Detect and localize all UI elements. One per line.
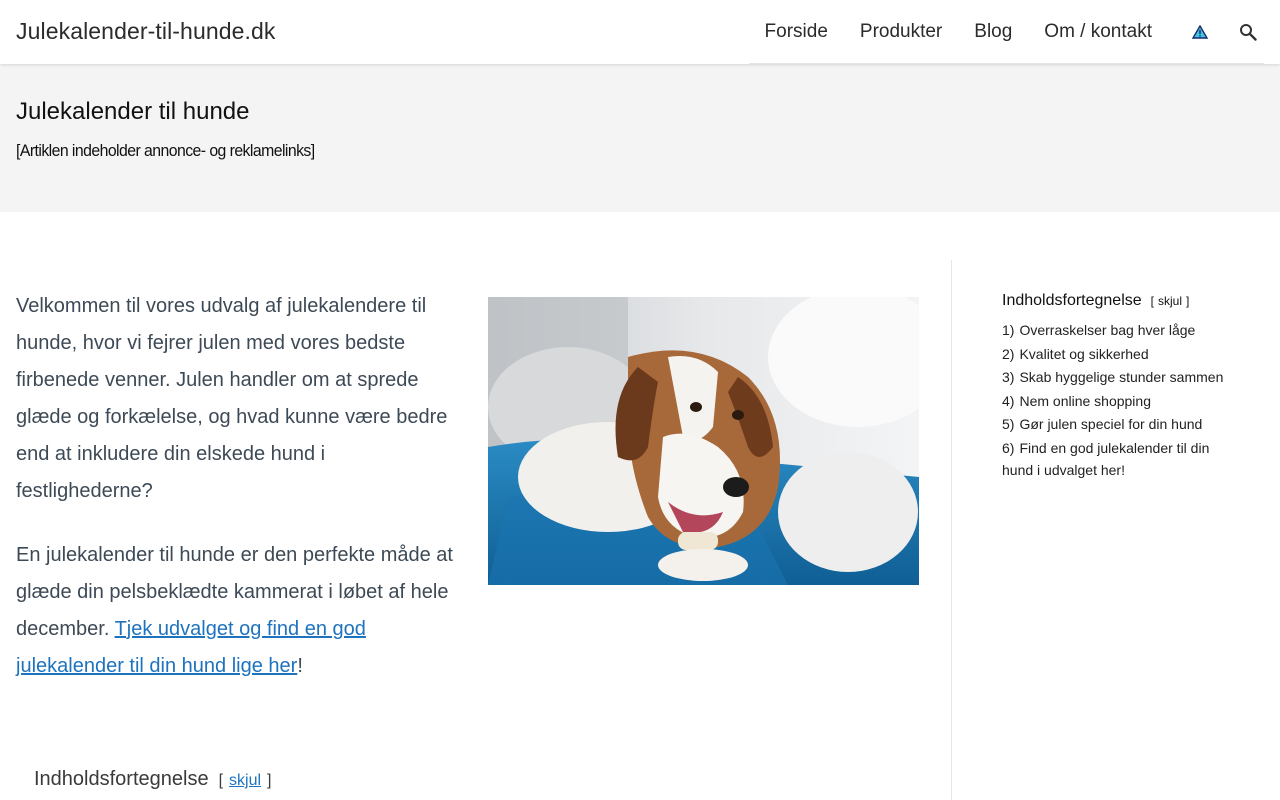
toc-item[interactable]: 3) Skab hyggelige stunder sammen <box>1002 366 1242 388</box>
site-header: Julekalender-til-hunde.dk Forside Produk… <box>0 0 1280 64</box>
toc-item[interactable]: 5) Gør julen speciel for din hund <box>1002 413 1242 435</box>
sidebar-divider <box>951 260 952 800</box>
toc-item-number: 4) <box>1002 392 1015 409</box>
toc-item-number: 3) <box>1002 369 1015 385</box>
warning-triangle-icon[interactable] <box>1184 16 1216 48</box>
toc-toggle: [skjul] <box>1150 294 1190 308</box>
toc-header: Indholdsfortegnelse [skjul] <box>1002 292 1242 310</box>
toc-item-label[interactable]: Find en god julekalender til din hund i … <box>1002 440 1209 478</box>
inline-toc-title: Indholdsfortegnelse <box>34 768 209 790</box>
nav-item-om-kontakt[interactable]: Om / kontakt <box>1044 21 1152 43</box>
ad-disclaimer: [Artiklen indeholder annonce- og reklame… <box>16 141 315 160</box>
site-title-link[interactable]: Julekalender-til-hunde.dk <box>16 18 276 45</box>
second-paragraph: En julekalender til hunde er den perfekt… <box>16 537 456 685</box>
toc-list: 1) Overraskelser bag hver låge 2) Kvalitet… <box>1002 319 1242 481</box>
nav-item-produkter[interactable]: Produkter <box>860 21 942 43</box>
dog-image <box>488 297 919 585</box>
search-icon[interactable] <box>1232 16 1264 48</box>
main-nav: Forside Produkter Blog Om / kontakt <box>748 0 1264 64</box>
toc-item-label[interactable]: Gør julen speciel for din hund <box>1019 416 1202 432</box>
page-hero: Julekalender til hunde [Artiklen indehol… <box>0 64 1280 212</box>
toc-item-label[interactable]: Skab hyggelige stunder sammen <box>1019 369 1223 385</box>
nav-item-blog[interactable]: Blog <box>974 21 1012 43</box>
toc-item-number: 1) <box>1002 322 1015 338</box>
toc-item[interactable]: 1) Overraskelser bag hver låge <box>1002 319 1242 341</box>
toc-item-number: 2) <box>1002 345 1015 362</box>
toc-item[interactable]: 4) Nem online shopping <box>1002 390 1242 412</box>
toc-item-label[interactable]: Overraskelser bag hver låge <box>1019 322 1195 338</box>
toc-item-label[interactable]: Kvalitet og sikkerhed <box>1019 346 1148 362</box>
inline-toc-hide-link[interactable]: skjul <box>229 772 261 789</box>
inline-toc-toggle: [skjul] <box>218 772 272 789</box>
page-title: Julekalender til hunde <box>16 98 250 125</box>
toc-item-label[interactable]: Nem online shopping <box>1019 393 1151 409</box>
second-paragraph-end: ! <box>297 655 303 677</box>
article-body: Velkommen til vores udvalg af julekalend… <box>16 288 456 685</box>
toc-item[interactable]: 6) Find en god julekalender til din hund … <box>1002 437 1242 481</box>
nav-item-forside[interactable]: Forside <box>765 21 828 43</box>
inline-toc-header: Indholdsfortegnelse [skjul] <box>34 768 272 791</box>
toc-item-number: 6) <box>1002 439 1015 456</box>
toc-item-number: 5) <box>1002 416 1015 432</box>
sidebar-toc: Indholdsfortegnelse [skjul] 1) Overraskel… <box>1002 292 1242 482</box>
toc-item[interactable]: 2) Kvalitet og sikkerhed <box>1002 343 1242 365</box>
toc-hide-link[interactable]: skjul <box>1158 294 1182 308</box>
intro-paragraph: Velkommen til vores udvalg af julekalend… <box>16 295 448 502</box>
toc-title: Indholdsfortegnelse <box>1002 292 1142 309</box>
